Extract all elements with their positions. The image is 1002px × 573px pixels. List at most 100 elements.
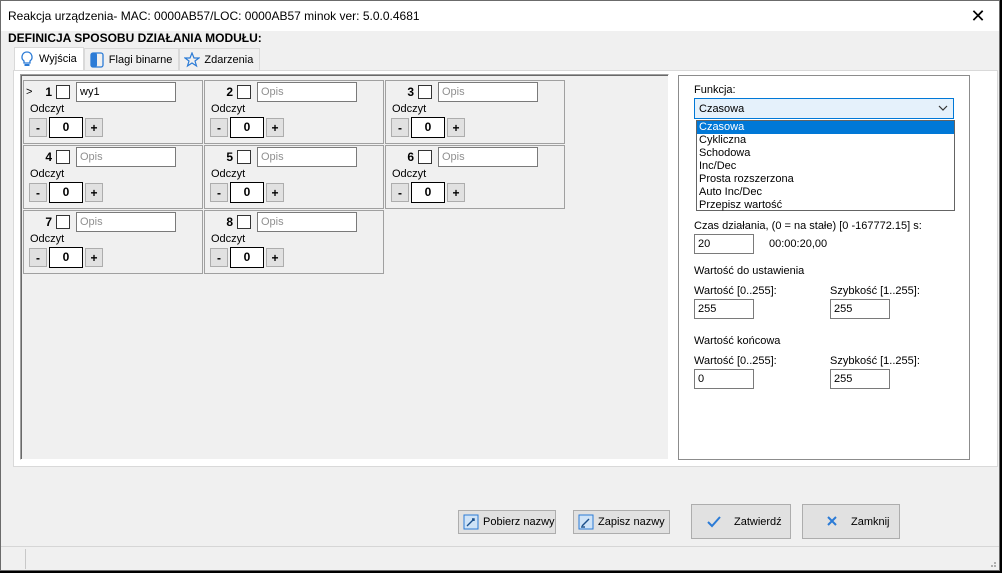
decrement-button[interactable]: - <box>210 183 228 202</box>
function-config-panel: Funkcja: Czasowa Czas działania, (0 = na… <box>678 75 970 460</box>
decrement-button[interactable]: - <box>29 248 47 267</box>
output-description-input[interactable] <box>257 82 357 102</box>
funkcja-option[interactable]: Cykliczna <box>697 134 954 147</box>
output-checkbox[interactable] <box>237 150 251 164</box>
ustawienie-szybkosc-input[interactable]: 255 <box>830 299 890 319</box>
increment-button[interactable]: + <box>266 118 284 137</box>
funkcja-option[interactable]: Przepisz wartość <box>697 199 954 212</box>
tab-flagi-binarne[interactable]: Flagi binarne <box>83 48 180 70</box>
tab-label: Zdarzenia <box>204 53 254 66</box>
increment-button[interactable]: + <box>447 118 465 137</box>
funkcja-selected-value: Czasowa <box>699 102 745 115</box>
window-title: Reakcja urządzenia- MAC: 0000AB57/LOC: 0… <box>8 9 420 23</box>
increment-button[interactable]: + <box>447 183 465 202</box>
increment-button[interactable]: + <box>266 248 284 267</box>
odczyt-label: Odczyt <box>30 168 65 180</box>
koncowa-wartosc-label: Wartość [0..255]: <box>694 355 777 367</box>
funkcja-option[interactable]: Auto Inc/Dec <box>697 186 954 199</box>
czas-dzialania-display: 00:00:20,00 <box>769 238 828 250</box>
resize-grip-icon[interactable] <box>987 558 997 568</box>
funkcja-select[interactable]: Czasowa <box>694 98 954 119</box>
tab-label: Flagi binarne <box>108 53 173 66</box>
output-checkbox[interactable] <box>56 215 70 229</box>
odczyt-label: Odczyt <box>211 103 246 115</box>
decrement-button[interactable]: - <box>391 183 409 202</box>
zatwierdz-label: Zatwierdź <box>734 515 782 528</box>
increment-button[interactable]: + <box>85 248 103 267</box>
output-checkbox[interactable] <box>418 150 432 164</box>
funkcja-label: Funkcja: <box>694 84 736 96</box>
output-description-input[interactable] <box>438 82 538 102</box>
koncowa-wartosc-input[interactable]: 0 <box>694 369 754 389</box>
output-checkbox[interactable] <box>56 85 70 99</box>
status-separator <box>25 549 26 569</box>
output-cell: 7 Odczyt - 0 + <box>23 210 203 274</box>
odczyt-label: Odczyt <box>392 103 427 115</box>
decrement-button[interactable]: - <box>210 118 228 137</box>
output-value[interactable]: 0 <box>49 247 83 268</box>
tab-wyjscia[interactable]: Wyjścia <box>14 47 84 70</box>
tab-zdarzenia[interactable]: Zdarzenia <box>179 48 261 70</box>
output-cell: > 1 Odczyt - 0 + <box>23 80 203 144</box>
decrement-button[interactable]: - <box>29 118 47 137</box>
zatwierdz-button[interactable]: Zatwierdź <box>691 504 791 539</box>
output-value[interactable]: 0 <box>411 117 445 138</box>
output-value[interactable]: 0 <box>230 117 264 138</box>
output-cell: 5 Odczyt - 0 + <box>204 145 384 209</box>
output-value[interactable]: 0 <box>230 182 264 203</box>
output-number: 7 <box>45 215 52 229</box>
output-checkbox[interactable] <box>56 150 70 164</box>
zapisz-nazwy-label: Zapisz nazwy <box>598 516 665 528</box>
funkcja-dropdown-list: Czasowa Cykliczna Schodowa Inc/Dec Prost… <box>696 120 955 211</box>
funkcja-option[interactable]: Prosta rozszerzona <box>697 173 954 186</box>
increment-button[interactable]: + <box>85 118 103 137</box>
output-cell: 2 Odczyt - 0 + <box>204 80 384 144</box>
output-value[interactable]: 0 <box>49 182 83 203</box>
output-description-input[interactable] <box>257 147 357 167</box>
increment-button[interactable]: + <box>266 183 284 202</box>
zamknij-button[interactable]: Zamknij <box>802 504 900 539</box>
output-number: 3 <box>407 85 414 99</box>
funkcja-option[interactable]: Schodowa <box>697 147 954 160</box>
output-checkbox[interactable] <box>237 85 251 99</box>
czas-dzialania-label: Czas działania, (0 = na stałe) [0 -16777… <box>694 220 922 232</box>
funkcja-option[interactable]: Inc/Dec <box>697 160 954 173</box>
output-value[interactable]: 0 <box>411 182 445 203</box>
pobierz-nazwy-label: Pobierz nazwy <box>483 516 555 528</box>
flag-icon <box>89 51 105 68</box>
wartosc-koncowa-heading: Wartość końcowa <box>694 335 781 347</box>
lightbulb-icon <box>19 51 35 67</box>
outputs-grid: > 1 Odczyt - 0 + 2 Odczyt - 0 + 3 Odczyt… <box>20 74 669 460</box>
output-number: 2 <box>226 85 233 99</box>
zapisz-nazwy-button[interactable]: Zapisz nazwy <box>573 510 670 534</box>
module-definition-heading: DEFINICJA SPOSOBU DZIAŁANIA MODUŁU: <box>8 31 262 45</box>
increment-button[interactable]: + <box>85 183 103 202</box>
tab-label: Wyjścia <box>39 53 77 65</box>
chevron-down-icon <box>937 102 949 114</box>
output-checkbox[interactable] <box>418 85 432 99</box>
zamknij-label: Zamknij <box>851 515 890 528</box>
output-description-input[interactable] <box>257 212 357 232</box>
output-checkbox[interactable] <box>237 215 251 229</box>
ustawienie-szybkosc-label: Szybkość [1..255]: <box>830 285 920 297</box>
decrement-button[interactable]: - <box>29 183 47 202</box>
odczyt-label: Odczyt <box>30 233 65 245</box>
decrement-button[interactable]: - <box>210 248 228 267</box>
output-description-input[interactable] <box>76 82 176 102</box>
odczyt-label: Odczyt <box>211 168 246 180</box>
decrement-button[interactable]: - <box>391 118 409 137</box>
title-bar: Reakcja urządzenia- MAC: 0000AB57/LOC: 0… <box>1 1 999 31</box>
koncowa-szybkosc-input[interactable]: 255 <box>830 369 890 389</box>
output-cell: 4 Odczyt - 0 + <box>23 145 203 209</box>
pobierz-nazwy-button[interactable]: Pobierz nazwy <box>458 510 556 534</box>
funkcja-option[interactable]: Czasowa <box>697 121 954 134</box>
czas-dzialania-input[interactable]: 20 <box>694 234 754 254</box>
output-description-input[interactable] <box>438 147 538 167</box>
output-value[interactable]: 0 <box>49 117 83 138</box>
close-window-button[interactable]: ✕ <box>965 5 991 27</box>
output-description-input[interactable] <box>76 212 176 232</box>
ustawienie-wartosc-input[interactable]: 255 <box>694 299 754 319</box>
output-value[interactable]: 0 <box>230 247 264 268</box>
download-names-icon <box>463 514 479 530</box>
output-description-input[interactable] <box>76 147 176 167</box>
